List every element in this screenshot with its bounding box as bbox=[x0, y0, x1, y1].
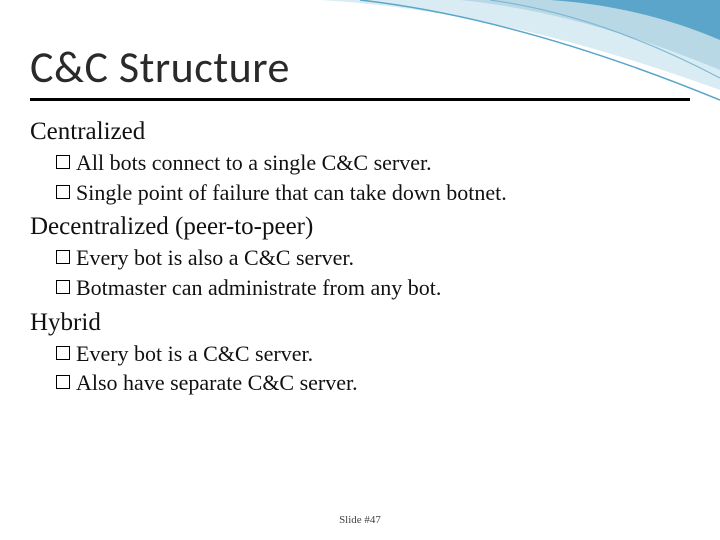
square-bullet-icon bbox=[56, 155, 70, 169]
slide-title: C&C Structure bbox=[30, 40, 290, 94]
bullet-text: Every bot is also a C&C server. bbox=[76, 243, 354, 273]
bullet-text: Single point of failure that can take do… bbox=[76, 178, 507, 208]
square-bullet-icon bbox=[56, 250, 70, 264]
bullet-group: All bots connect to a single C&C server.… bbox=[56, 148, 690, 207]
bullet-group: Every bot is a C&C server. Also have sep… bbox=[56, 339, 690, 398]
bullet-item: All bots connect to a single C&C server. bbox=[56, 148, 690, 178]
section-heading: Decentralized (peer-to-peer) bbox=[30, 213, 690, 241]
slide-content: Centralized All bots connect to a single… bbox=[30, 112, 690, 404]
bullet-item: Single point of failure that can take do… bbox=[56, 178, 690, 208]
bullet-text: Also have separate C&C server. bbox=[76, 368, 358, 398]
decorative-arcs bbox=[320, 0, 720, 120]
square-bullet-icon bbox=[56, 280, 70, 294]
bullet-text: All bots connect to a single C&C server. bbox=[76, 148, 432, 178]
bullet-item: Every bot is also a C&C server. bbox=[56, 243, 690, 273]
square-bullet-icon bbox=[56, 346, 70, 360]
section-heading: Hybrid bbox=[30, 309, 690, 337]
bullet-text: Botmaster can administrate from any bot. bbox=[76, 273, 441, 303]
slide-number: Slide #47 bbox=[0, 514, 720, 526]
square-bullet-icon bbox=[56, 375, 70, 389]
bullet-item: Botmaster can administrate from any bot. bbox=[56, 273, 690, 303]
bullet-item: Every bot is a C&C server. bbox=[56, 339, 690, 369]
bullet-item: Also have separate C&C server. bbox=[56, 368, 690, 398]
square-bullet-icon bbox=[56, 185, 70, 199]
title-underline bbox=[30, 98, 690, 101]
section-heading: Centralized bbox=[30, 118, 690, 146]
bullet-group: Every bot is also a C&C server. Botmaste… bbox=[56, 243, 690, 302]
bullet-text: Every bot is a C&C server. bbox=[76, 339, 313, 369]
